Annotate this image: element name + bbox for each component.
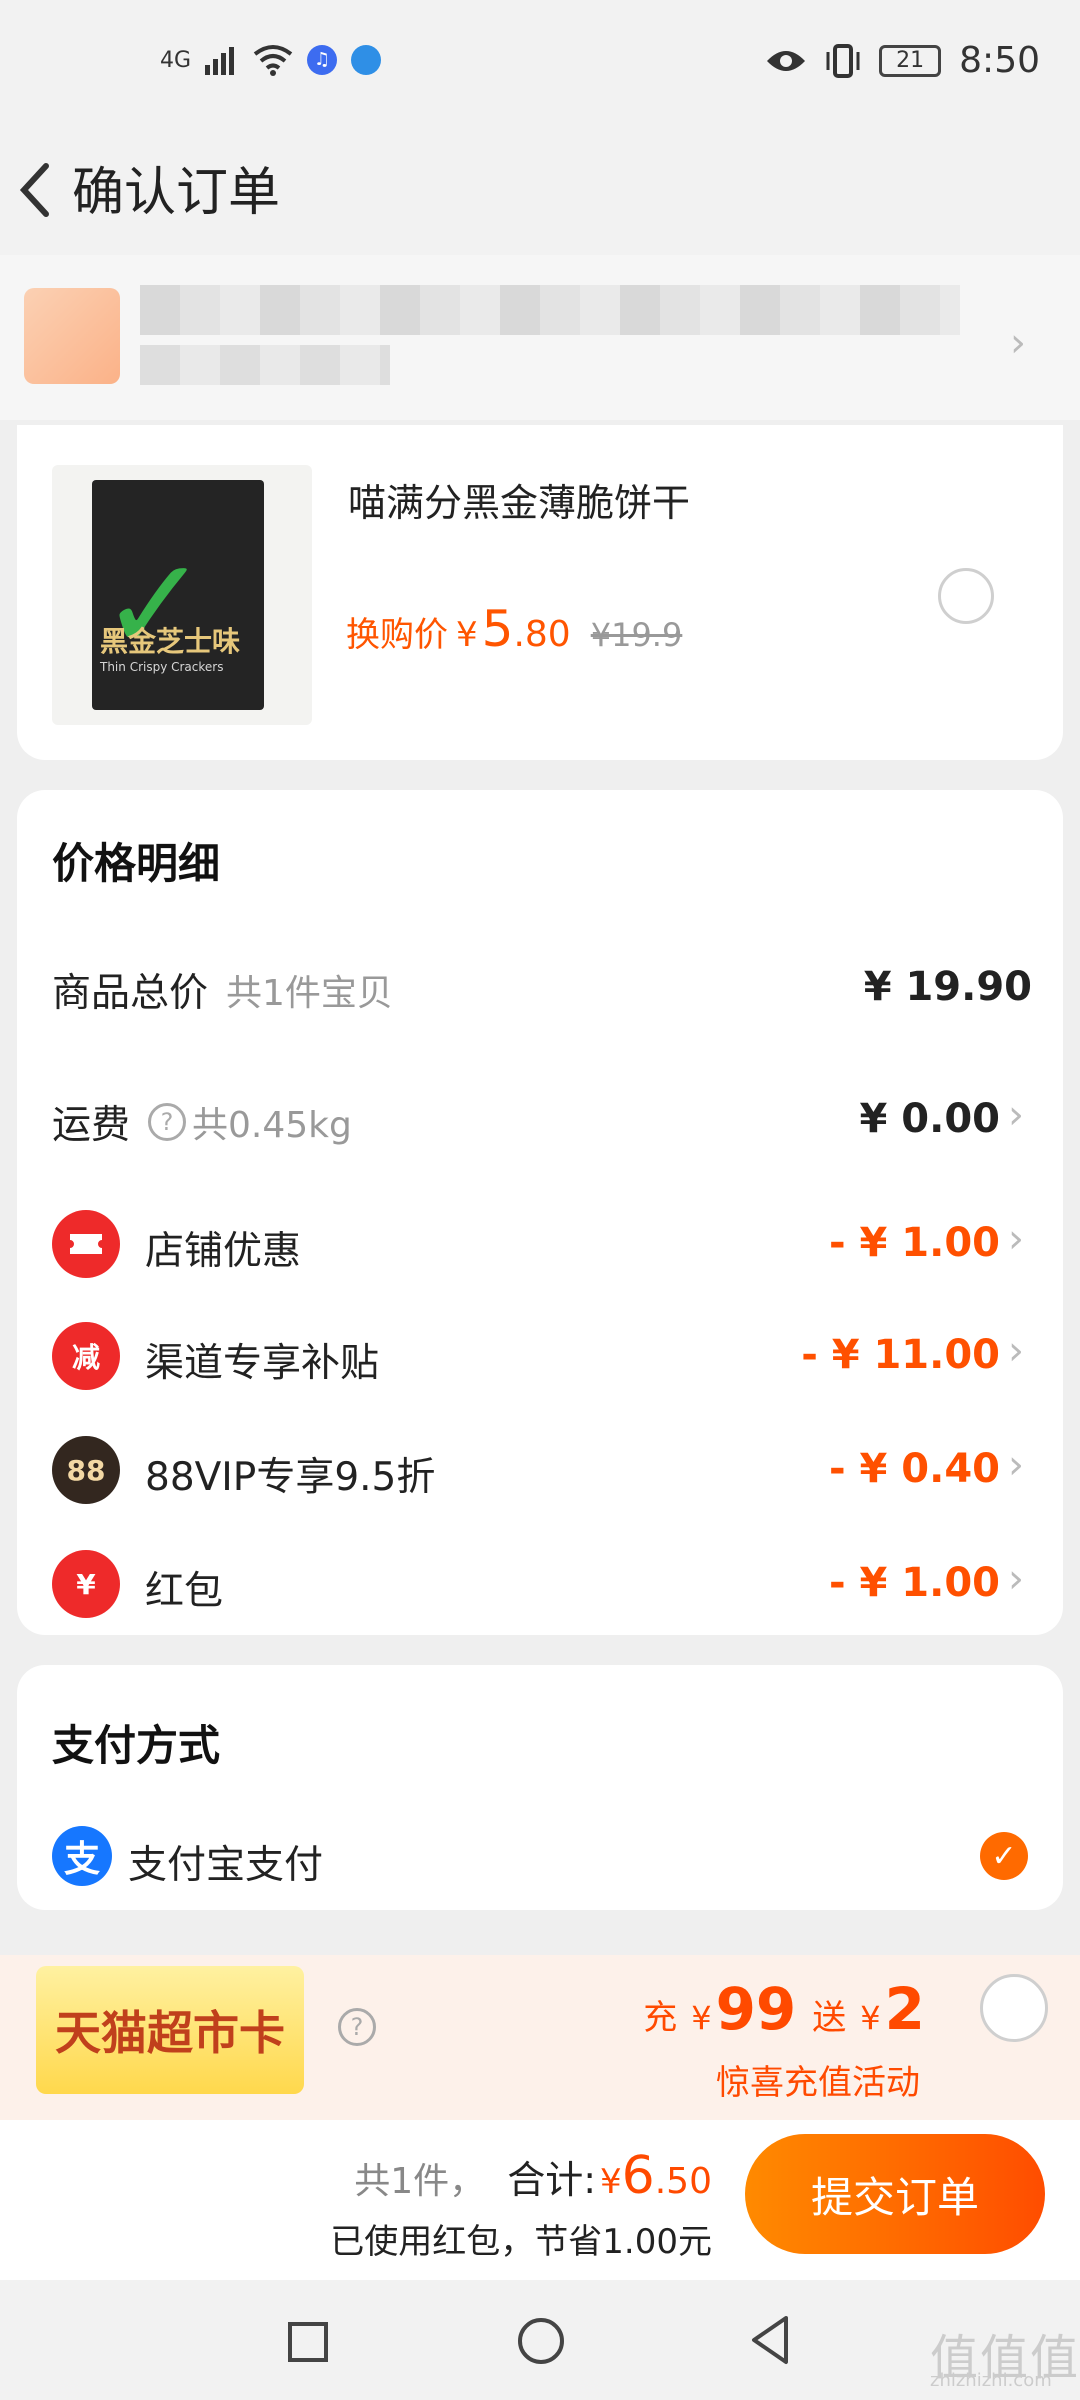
product-price: 换购价 ¥ 5 .80 ¥19.9 bbox=[346, 600, 682, 658]
home-icon[interactable] bbox=[518, 2318, 564, 2364]
address-blurred-line2 bbox=[140, 345, 390, 385]
browser-app-icon bbox=[351, 45, 382, 75]
promo-help-icon[interactable]: ? bbox=[338, 2008, 376, 2046]
channel-subsidy-label: 渠道专享补贴 bbox=[145, 1341, 380, 1386]
total-currency: ¥ bbox=[600, 2162, 622, 2202]
subtotal-count: 共1件宝贝 bbox=[226, 973, 393, 1014]
submit-order-button[interactable]: 提交订单 bbox=[745, 2134, 1045, 2254]
gift-currency: ¥ bbox=[860, 1999, 881, 2037]
page-title: 确认订单 bbox=[72, 163, 281, 223]
battery-icon: 21 bbox=[879, 44, 942, 77]
price-currency: ¥ bbox=[456, 615, 478, 655]
back-icon[interactable] bbox=[14, 158, 54, 233]
clock: 8:50 bbox=[959, 40, 1040, 81]
total-integer: 6 bbox=[621, 2146, 655, 2206]
price-decimal: .80 bbox=[513, 614, 571, 655]
price-detail-title: 价格明细 bbox=[52, 839, 221, 888]
status-right: 21 8:50 bbox=[765, 40, 1040, 81]
subtotal-value: ¥ 19.90 bbox=[863, 964, 1032, 1010]
charge-amount: 99 bbox=[715, 1975, 797, 2043]
price-row-shipping: 运费 ? 共0.45kg bbox=[52, 1094, 352, 1150]
address-chevron-icon: › bbox=[1010, 320, 1026, 366]
status-left: 4G ♫ bbox=[160, 44, 382, 76]
chevron-right-icon[interactable]: › bbox=[1008, 1556, 1024, 1602]
price-row-subtotal: 商品总价 共1件宝贝 bbox=[52, 962, 393, 1018]
shipping-value: ¥ 0.00 bbox=[859, 1096, 1000, 1142]
original-price: ¥19.9 bbox=[590, 616, 683, 654]
item-count: 共1件， bbox=[354, 2161, 486, 2202]
promo-select-radio[interactable] bbox=[980, 1974, 1048, 2042]
shipping-weight: 共0.45kg bbox=[192, 1105, 352, 1146]
store-discount-value: - ¥ 1.00 bbox=[829, 1220, 1000, 1266]
eye-icon bbox=[767, 50, 806, 71]
promo-subtitle: 惊喜充值活动 bbox=[716, 2063, 920, 2103]
price-detail-card bbox=[17, 790, 1063, 1635]
gift-amount: 2 bbox=[884, 1975, 925, 2043]
shipping-label: 运费 bbox=[52, 1103, 131, 1148]
payment-selected-check-icon[interactable]: ✓ bbox=[980, 1832, 1028, 1880]
charge-currency: ¥ bbox=[691, 1999, 712, 2037]
address-blurred-line1 bbox=[140, 285, 960, 335]
battery-level: 21 bbox=[896, 48, 925, 73]
tmall-card-badge: 天猫超市卡 bbox=[36, 1966, 304, 2094]
back-nav-icon[interactable] bbox=[748, 2314, 792, 2366]
recent-apps-icon[interactable] bbox=[288, 2322, 328, 2362]
total-decimal: .50 bbox=[654, 2161, 712, 2202]
order-total: 共1件， 合计: ¥ 6 .50 bbox=[354, 2146, 712, 2206]
help-icon[interactable]: ? bbox=[148, 1103, 187, 1141]
vip88-icon: 88 bbox=[52, 1436, 120, 1504]
signal-icon bbox=[205, 47, 235, 75]
product-name: 喵满分黑金薄脆饼干 bbox=[348, 481, 691, 525]
store-discount-label: 店铺优惠 bbox=[145, 1229, 302, 1274]
network-label: 4G bbox=[160, 47, 192, 73]
chevron-right-icon[interactable]: › bbox=[1008, 1216, 1024, 1262]
gift-label: 送 bbox=[812, 1998, 847, 2038]
watermark-url: zhizhizhi.com bbox=[930, 2370, 1052, 2391]
package-title: 黑金芝士味 bbox=[100, 625, 241, 658]
wifi-icon bbox=[253, 45, 293, 76]
charge-label: 充 bbox=[643, 1998, 678, 2038]
chevron-right-icon[interactable]: › bbox=[1008, 1442, 1024, 1488]
payment-method-label[interactable]: 支付宝支付 bbox=[128, 1834, 323, 1890]
price-label: 换购价 bbox=[346, 615, 448, 655]
location-icon bbox=[24, 288, 120, 384]
promo-offer: 充 ¥ 99 送 ¥ 2 bbox=[643, 1975, 925, 2043]
music-app-icon: ♫ bbox=[307, 45, 338, 75]
red-packet-value: - ¥ 1.00 bbox=[829, 1560, 1000, 1606]
savings-note: 已使用红包，节省1.00元 bbox=[330, 2222, 712, 2262]
subtotal-label: 商品总价 bbox=[52, 971, 209, 1016]
alipay-icon: 支 bbox=[52, 1826, 112, 1886]
payment-title: 支付方式 bbox=[52, 1721, 221, 1770]
price-integer: 5 bbox=[481, 600, 514, 658]
vibrate-icon bbox=[826, 43, 860, 78]
coupon-icon bbox=[52, 1210, 120, 1278]
subsidy-icon: 减 bbox=[52, 1322, 120, 1390]
total-label: 合计: bbox=[507, 2158, 596, 2202]
red-packet-label: 红包 bbox=[145, 1569, 224, 1614]
vip-discount-value: - ¥ 0.40 bbox=[829, 1446, 1000, 1492]
channel-subsidy-value: - ¥ 11.00 bbox=[801, 1332, 1000, 1378]
chevron-right-icon[interactable]: › bbox=[1008, 1092, 1024, 1138]
vip-discount-label: 88VIP专享9.5折 bbox=[145, 1455, 436, 1500]
red-packet-icon: ¥ bbox=[52, 1550, 120, 1618]
package-subtitle: Thin Crispy Crackers bbox=[100, 660, 224, 674]
product-select-radio[interactable] bbox=[938, 568, 994, 624]
chevron-right-icon[interactable]: › bbox=[1008, 1328, 1024, 1374]
address-section[interactable] bbox=[0, 255, 1080, 420]
